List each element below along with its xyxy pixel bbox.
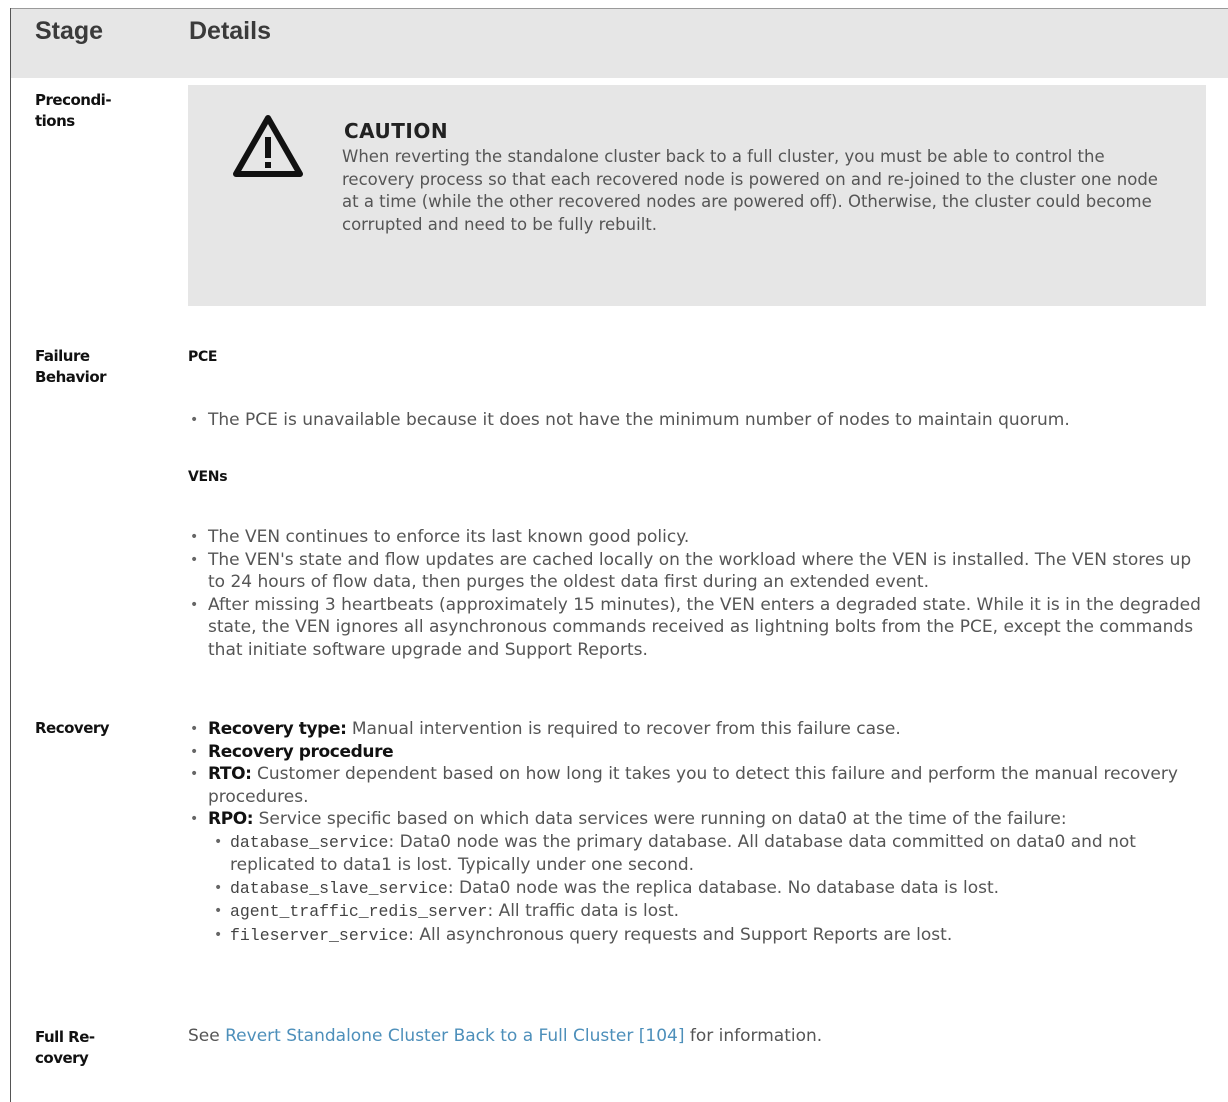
stage-failure-behavior: Failure Behavior — [35, 347, 107, 386]
service-item: database_slave_service: Data0 node was t… — [208, 877, 1218, 901]
service-item: database_service: Data0 node was the pri… — [208, 831, 1218, 877]
stage-recovery: Recovery — [35, 719, 110, 737]
caution-box: CAUTION When reverting the standalone cl… — [188, 85, 1206, 306]
caution-title: CAUTION — [344, 119, 449, 143]
pce-list: The PCE is unavailable because it does n… — [188, 409, 1218, 432]
service-item: agent_traffic_redis_server: All traffic … — [208, 900, 1218, 924]
table-header: Stage Details — [11, 9, 1228, 78]
list-item: The PCE is unavailable because it does n… — [188, 409, 1218, 432]
revert-cluster-link[interactable]: Revert Standalone Cluster Back to a Full… — [225, 1026, 684, 1046]
stage-preconditions: Precondi- tions — [35, 91, 112, 130]
vens-heading: VENs — [188, 469, 228, 485]
header-details: Details — [189, 17, 271, 45]
recovery-list: Recovery type: Manual intervention is re… — [188, 718, 1218, 947]
full-recovery-text: See Revert Standalone Cluster Back to a … — [188, 1026, 823, 1046]
list-item: The VEN continues to enforce its last kn… — [188, 526, 1213, 549]
warning-icon — [233, 115, 303, 177]
stage-full-recovery: Full Re- covery — [35, 1028, 95, 1067]
list-item: The VEN's state and flow updates are cac… — [188, 549, 1213, 594]
list-item: After missing 3 heartbeats (approximatel… — [188, 594, 1213, 662]
list-item: RPO: Service specific based on which dat… — [188, 808, 1218, 947]
pce-heading: PCE — [188, 349, 218, 365]
table-left-border — [10, 8, 11, 1102]
list-item: Recovery type: Manual intervention is re… — [188, 718, 1218, 741]
header-stage: Stage — [35, 17, 104, 45]
caution-text: When reverting the standalone cluster ba… — [342, 147, 1158, 234]
rpo-services-list: database_service: Data0 node was the pri… — [208, 831, 1218, 948]
list-item: Recovery procedure — [188, 741, 1218, 764]
list-item: RTO: Customer dependent based on how lon… — [188, 763, 1218, 808]
ven-list: The VEN continues to enforce its last kn… — [188, 526, 1213, 661]
recovery-procedure: Recovery procedure — [208, 741, 394, 762]
service-item: fileserver_service: All asynchronous que… — [208, 924, 1218, 948]
